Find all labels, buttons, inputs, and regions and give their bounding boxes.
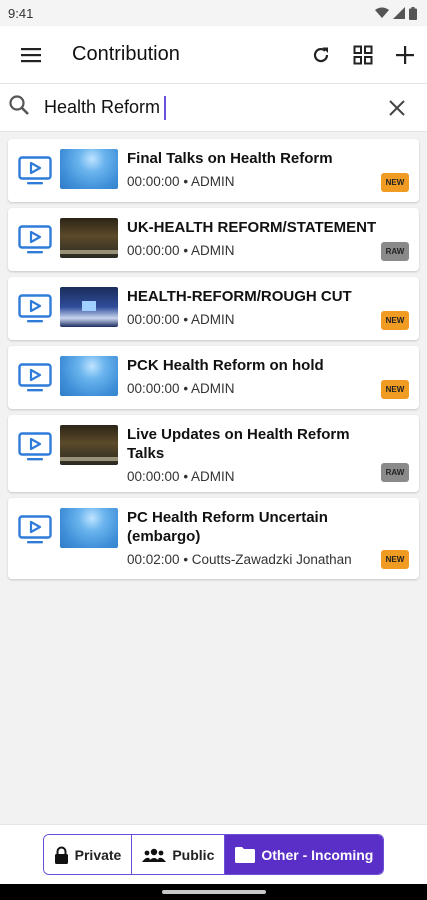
list-item-meta: 00:00:00 • ADMIN <box>127 174 377 189</box>
list-item-body: Final Talks on Health Reform 00:00:00 • A… <box>127 149 409 189</box>
list-item[interactable]: UK-HEALTH REFORM/STATEMENT 00:00:00 • ADM… <box>8 208 419 271</box>
search-input[interactable] <box>44 92 166 123</box>
search-icon <box>8 94 30 121</box>
status-badge: NEW <box>381 380 409 399</box>
list-item-duration: 00:00:00 <box>127 312 180 327</box>
meta-separator: • <box>179 312 192 327</box>
segment-public[interactable]: Public <box>132 835 226 874</box>
bottom-filter-bar: Private Public Other - Incoming <box>0 824 427 884</box>
add-icon[interactable] <box>391 41 419 69</box>
list-item-title: PCK Health Reform on hold <box>127 357 324 374</box>
video-icon <box>18 363 52 393</box>
list-item-meta: 00:02:00 • Coutts-Zawadzki Jonathan <box>127 552 377 567</box>
video-icon <box>18 515 52 545</box>
list-item-duration: 00:00:00 <box>127 174 180 189</box>
meta-separator: • <box>179 552 192 567</box>
video-thumbnail <box>60 425 118 465</box>
menu-icon[interactable] <box>18 41 46 69</box>
list-item-title: Final Talks on Health Reform <box>127 150 333 167</box>
list-item-body: HEALTH-REFORM/ROUGH CUT 00:00:00 • ADMIN <box>127 287 409 327</box>
list-item-title: UK-HEALTH REFORM/STATEMENT <box>127 219 377 236</box>
list-item-author: ADMIN <box>191 174 235 189</box>
list-item-body: UK-HEALTH REFORM/STATEMENT 00:00:00 • ADM… <box>127 218 409 258</box>
status-time: 9:41 <box>8 5 34 21</box>
status-bar: 9:41 <box>0 0 427 26</box>
status-badge: RAW <box>381 463 409 482</box>
list-item-duration: 00:02:00 <box>127 552 180 567</box>
list-item-duration: 00:00:00 <box>127 381 180 396</box>
list-item[interactable]: HEALTH-REFORM/ROUGH CUT 00:00:00 • ADMIN N… <box>8 277 419 340</box>
video-thumbnail <box>60 356 118 396</box>
search-cursor <box>164 95 166 120</box>
folder-icon <box>235 846 256 863</box>
meta-separator: • <box>179 243 192 258</box>
list-item-body: PCK Health Reform on hold 00:00:00 • ADMI… <box>127 356 409 396</box>
list-item-body: Live Updates on Health Reform Talks 00:00… <box>127 425 409 484</box>
status-icons <box>375 6 417 20</box>
meta-separator: • <box>179 469 192 484</box>
status-badge: RAW <box>381 242 409 261</box>
list-item-meta: 00:00:00 • ADMIN <box>127 381 377 396</box>
app-actions <box>307 41 419 69</box>
list-item-author: Coutts-Zawadzki Jonathan <box>191 552 352 567</box>
list-item-author: ADMIN <box>191 312 235 327</box>
list-item-author: ADMIN <box>191 243 235 258</box>
list-item-meta: 00:00:00 • ADMIN <box>127 469 377 484</box>
list-item-meta: 00:00:00 • ADMIN <box>127 243 377 258</box>
people-icon <box>142 848 167 862</box>
status-badge: NEW <box>381 173 409 192</box>
video-thumbnail <box>60 218 118 258</box>
list-item-title: PC Health Reform Uncertain (embargo) <box>127 509 328 545</box>
refresh-icon[interactable] <box>307 41 335 69</box>
segment-private-label: Private <box>74 846 122 863</box>
list-item-title: HEALTH-REFORM/ROUGH CUT <box>127 288 352 305</box>
system-nav-bar <box>0 884 427 900</box>
list-item[interactable]: PCK Health Reform on hold 00:00:00 • ADMI… <box>8 346 419 409</box>
video-thumbnail <box>60 508 118 548</box>
list-item-meta: 00:00:00 • ADMIN <box>127 312 377 327</box>
contribution-list: Final Talks on Health Reform 00:00:00 • A… <box>0 132 427 579</box>
meta-separator: • <box>179 174 192 189</box>
meta-separator: • <box>179 381 192 396</box>
segment-other-incoming[interactable]: Other - Incoming <box>225 835 384 874</box>
status-badge: NEW <box>381 550 409 569</box>
list-item-duration: 00:00:00 <box>127 243 180 258</box>
video-thumbnail <box>60 287 118 327</box>
list-item[interactable]: PC Health Reform Uncertain (embargo) 00:0… <box>8 498 419 579</box>
segment-private[interactable]: Private <box>43 835 133 874</box>
signal-icon <box>393 7 405 19</box>
list-item-title: Live Updates on Health Reform Talks <box>127 426 350 462</box>
list-item-author: ADMIN <box>191 469 235 484</box>
list-item-duration: 00:00:00 <box>127 469 180 484</box>
video-icon <box>18 432 52 462</box>
video-icon <box>18 294 52 324</box>
app-bar: Contribution <box>0 26 427 84</box>
home-gesture-pill[interactable] <box>161 890 266 894</box>
clear-search-icon[interactable] <box>383 94 411 122</box>
battery-icon <box>409 6 417 20</box>
visibility-segmented-control: Private Public Other - Incoming <box>42 834 385 875</box>
lock-icon <box>54 846 68 864</box>
grid-view-icon[interactable] <box>349 41 377 69</box>
segment-other-incoming-label: Other - Incoming <box>261 846 374 863</box>
wifi-icon <box>375 7 389 18</box>
list-item-author: ADMIN <box>191 381 235 396</box>
search-bar <box>0 84 427 132</box>
segment-public-label: Public <box>172 846 215 863</box>
list-item[interactable]: Final Talks on Health Reform 00:00:00 • A… <box>8 139 419 202</box>
video-thumbnail <box>60 149 118 189</box>
video-icon <box>18 156 52 186</box>
video-icon <box>18 225 52 255</box>
list-item[interactable]: Live Updates on Health Reform Talks 00:00… <box>8 415 419 492</box>
list-item-body: PC Health Reform Uncertain (embargo) 00:0… <box>127 508 409 567</box>
status-badge: NEW <box>381 311 409 330</box>
page-title: Contribution <box>72 43 180 65</box>
